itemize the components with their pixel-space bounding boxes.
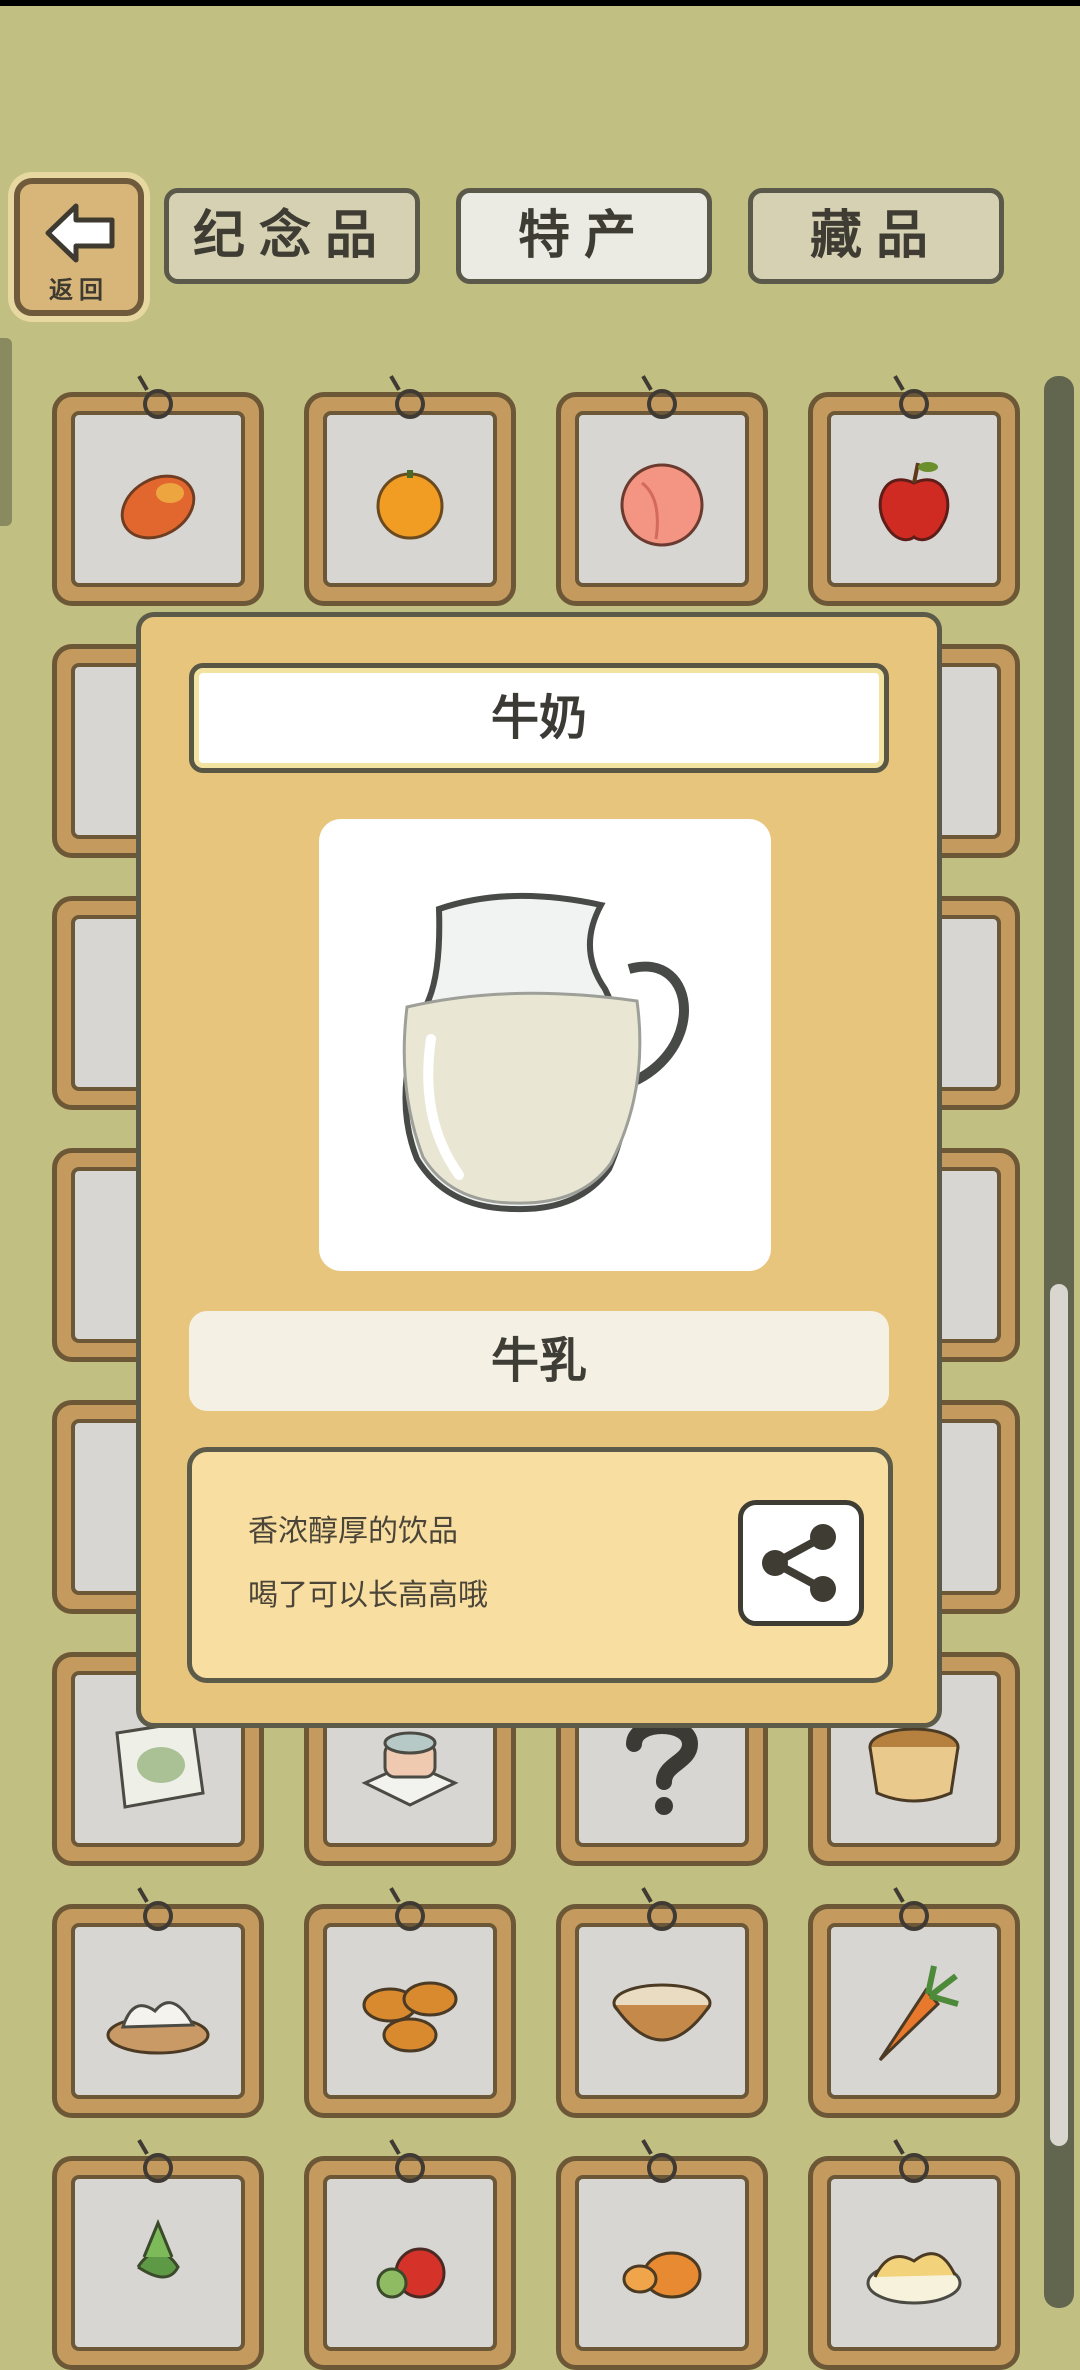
apple-icon [878,462,950,542]
scrollbar-thumb[interactable] [1050,1284,1068,2146]
mango-icon [120,474,196,540]
description-line: 喝了可以长高高哦 [248,1578,488,1613]
peach-icon [620,463,704,547]
pumpkin-icon [622,2251,702,2299]
back-arrow-icon [45,203,115,263]
item-card[interactable] [808,1901,1020,2118]
description-box: 香浓醇厚的饮品 喝了可以长高高哦 [187,1447,893,1683]
item-card[interactable] [304,389,516,606]
carrot-icon [878,1965,959,2062]
milk-jug-icon [402,892,689,1213]
share-button[interactable] [738,1500,864,1626]
side-drawer-handle[interactable] [0,338,12,526]
item-name: 牛乳 [189,1311,889,1411]
radish-icon [136,2219,180,2279]
orange-icon [376,470,444,540]
item-card[interactable] [304,1901,516,2118]
snack-bag-icon [115,1719,205,1809]
modal-title: 牛奶 [189,663,889,773]
item-card[interactable] [52,1901,264,2118]
tab-souvenirs[interactable]: 纪念品 [164,188,420,284]
share-icon [762,1524,836,1602]
back-label: 返回 [49,276,109,304]
item-card[interactable] [808,389,1020,606]
basket-icon [868,1727,960,1803]
item-card[interactable] [556,389,768,606]
status-bar [0,0,1080,6]
item-image-frame [319,819,771,1271]
item-card[interactable] [52,389,264,606]
description-line: 香浓醇厚的饮品 [248,1514,458,1549]
pastry-icon [866,2252,962,2305]
tab-collections[interactable]: 藏品 [748,188,1004,284]
cake-icon [361,1731,459,1807]
item-card[interactable] [556,1901,768,2118]
tomato-icon [376,2247,446,2299]
dumplings-icon [106,2001,210,2055]
back-button[interactable]: 返回 [14,178,144,316]
egg-tarts-icon [362,1981,458,2053]
item-detail-modal: 牛奶 牛乳 香浓醇厚的饮品 喝了可以长高高哦 [136,612,942,1728]
rice-bowl-icon [612,1983,712,2042]
tab-specialties[interactable]: 特产 [456,188,712,284]
